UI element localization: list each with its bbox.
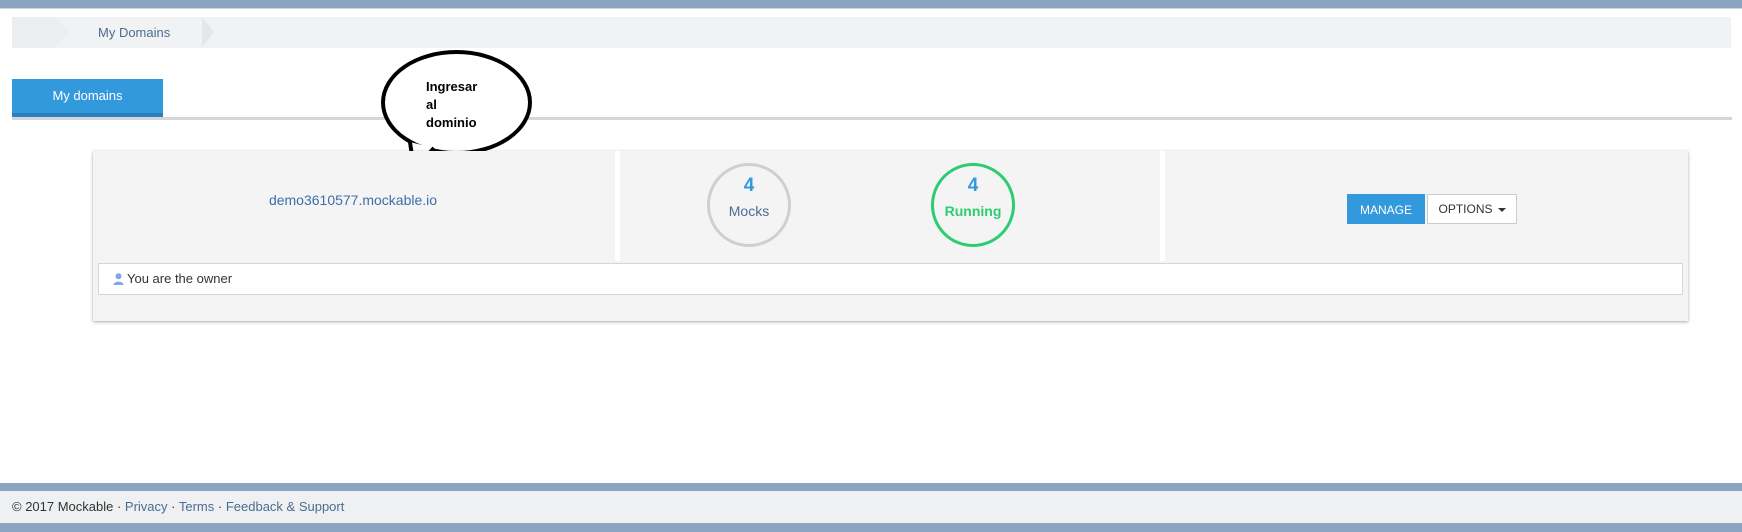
footer-separator: ·: [167, 499, 179, 514]
options-label: OPTIONS: [1438, 202, 1493, 216]
tab-bar-underline: [12, 117, 1732, 120]
domain-name-text[interactable]: demo3610577.mockable.io: [269, 192, 437, 208]
footer-copyright: © 2017 Mockable ·: [12, 499, 125, 514]
manage-button[interactable]: MANAGE: [1347, 194, 1425, 224]
user-icon: [113, 273, 124, 285]
footer-frame-bar-top: [0, 483, 1742, 491]
mocks-count: 4: [743, 175, 755, 196]
footer-terms-link[interactable]: Terms: [179, 499, 214, 514]
domain-name-link[interactable]: demo3610577.mockable.io: [93, 192, 613, 208]
column-divider: [1160, 151, 1165, 261]
column-divider: [615, 151, 620, 261]
breadcrumb-home-segment[interactable]: [12, 17, 56, 48]
owner-text: You are the owner: [127, 271, 233, 286]
mocks-label: Mocks: [728, 203, 770, 219]
running-count: 4: [967, 175, 979, 196]
running-label: Running: [944, 203, 1002, 219]
footer-separator: ·: [214, 499, 226, 514]
footer-frame-bar-bottom: [0, 523, 1742, 532]
footer-feedback-link[interactable]: Feedback & Support: [226, 499, 345, 514]
tab-my-domains[interactable]: My domains: [12, 79, 163, 117]
top-frame-bar: [0, 0, 1742, 9]
owner-info-row: You are the owner: [98, 263, 1683, 295]
breadcrumb-end-separator: [202, 17, 214, 47]
breadcrumb-separator: [56, 17, 70, 47]
footer-content: © 2017 Mockable · Privacy · Terms · Feed…: [12, 491, 344, 523]
breadcrumb-item-my-domains[interactable]: My Domains: [98, 17, 170, 48]
footer: © 2017 Mockable · Privacy · Terms · Feed…: [0, 491, 1742, 523]
caret-down-icon: [1497, 207, 1506, 212]
options-dropdown-button[interactable]: OPTIONS: [1427, 194, 1517, 224]
footer-privacy-link[interactable]: Privacy: [125, 499, 168, 514]
breadcrumb: My Domains: [12, 17, 1731, 48]
running-count-circle: 4 Running: [931, 163, 1015, 247]
mocks-count-circle: 4 Mocks: [707, 163, 791, 247]
speech-bubble-text: Ingresar al dominio: [426, 79, 478, 130]
domain-card: demo3610577.mockable.io 4 Mocks 4 Runnin…: [93, 151, 1688, 321]
